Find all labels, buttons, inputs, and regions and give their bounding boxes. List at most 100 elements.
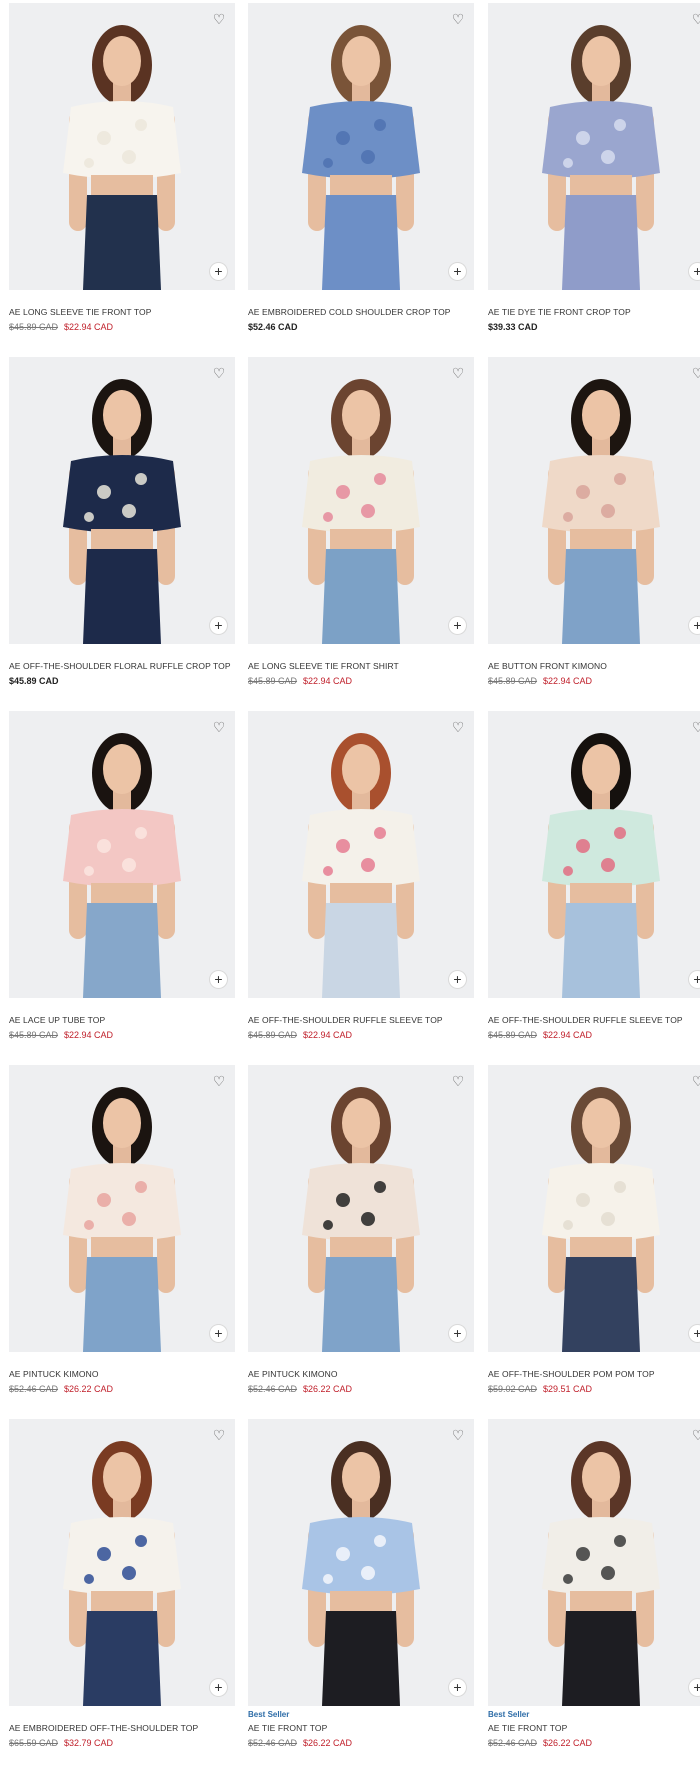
- plus-icon[interactable]: +: [449, 1679, 466, 1696]
- product-image[interactable]: ♡ +: [9, 1065, 235, 1352]
- heart-icon[interactable]: ♡: [690, 11, 700, 27]
- product-price: $45.89 CAD $22.94 CAD: [248, 676, 474, 686]
- original-price: $45.89 CAD: [9, 322, 59, 332]
- plus-icon[interactable]: +: [210, 1679, 227, 1696]
- product-card[interactable]: ♡ + AE PINTUCK KIMONO $52.46 CAD $26.22 C…: [248, 1065, 474, 1394]
- product-image[interactable]: ♡ +: [248, 1065, 474, 1352]
- product-price: $45.89 CAD $22.94 CAD: [488, 676, 700, 686]
- best-seller-badge: [248, 1356, 474, 1368]
- plus-icon[interactable]: +: [449, 1325, 466, 1342]
- product-name[interactable]: AE OFF-THE-SHOULDER RUFFLE SLEEVE TOP: [248, 1015, 474, 1025]
- plus-icon[interactable]: +: [210, 1325, 227, 1342]
- product-name[interactable]: AE BUTTON FRONT KIMONO: [488, 661, 700, 671]
- product-image[interactable]: ♡ +: [9, 3, 235, 290]
- plus-icon[interactable]: +: [689, 1679, 700, 1696]
- heart-icon[interactable]: ♡: [450, 365, 466, 381]
- product-price: $65.59 CAD $32.79 CAD: [9, 1738, 235, 1748]
- product-image[interactable]: ♡ +: [488, 711, 700, 998]
- product-name[interactable]: AE OFF-THE-SHOULDER POM POM TOP: [488, 1369, 700, 1379]
- sale-price: $22.94 CAD: [64, 322, 114, 332]
- product-card[interactable]: ♡ + AE TIE DYE TIE FRONT CROP TOP $39.33…: [488, 3, 700, 332]
- product-card[interactable]: ♡ + Best Seller AE TIE FRONT TOP $52.46 …: [488, 1419, 700, 1748]
- original-price: $52.46 CAD: [488, 1738, 538, 1748]
- heart-icon[interactable]: ♡: [690, 1073, 700, 1089]
- heart-icon[interactable]: ♡: [690, 719, 700, 735]
- product-card[interactable]: ♡ + AE LONG SLEEVE TIE FRONT SHIRT $45.8…: [248, 357, 474, 686]
- plus-icon[interactable]: +: [210, 263, 227, 280]
- heart-icon[interactable]: ♡: [690, 1427, 700, 1443]
- original-price: $45.89 CAD: [488, 676, 538, 686]
- product-name[interactable]: AE OFF-THE-SHOULDER FLORAL RUFFLE CROP T…: [9, 661, 235, 671]
- heart-icon[interactable]: ♡: [211, 11, 227, 27]
- heart-icon[interactable]: ♡: [450, 719, 466, 735]
- product-name[interactable]: AE TIE FRONT TOP: [488, 1723, 700, 1733]
- sale-price: $26.22 CAD: [64, 1384, 114, 1394]
- product-price: $52.46 CAD: [248, 322, 474, 332]
- original-price: $65.59 CAD: [9, 1738, 59, 1748]
- product-name[interactable]: AE LONG SLEEVE TIE FRONT TOP: [9, 307, 235, 317]
- product-image[interactable]: ♡ +: [488, 1419, 700, 1706]
- plus-icon[interactable]: +: [210, 617, 227, 634]
- original-price: $45.89 CAD: [248, 1030, 298, 1040]
- heart-icon[interactable]: ♡: [211, 719, 227, 735]
- product-card[interactable]: ♡ + AE EMBROIDERED OFF-THE-SHOULDER TOP …: [9, 1419, 235, 1748]
- sale-price: $26.22 CAD: [303, 1738, 353, 1748]
- product-name[interactable]: AE TIE DYE TIE FRONT CROP TOP: [488, 307, 700, 317]
- best-seller-badge: [488, 648, 700, 660]
- product-name[interactable]: AE OFF-THE-SHOULDER RUFFLE SLEEVE TOP: [488, 1015, 700, 1025]
- heart-icon[interactable]: ♡: [690, 365, 700, 381]
- product-card[interactable]: ♡ + AE LACE UP TUBE TOP $45.89 CAD $22.94…: [9, 711, 235, 1040]
- plus-icon[interactable]: +: [689, 263, 700, 280]
- product-price: $52.46 CAD $26.22 CAD: [488, 1738, 700, 1748]
- product-image[interactable]: ♡ +: [488, 3, 700, 290]
- best-seller-badge: [9, 1710, 235, 1722]
- plus-icon[interactable]: +: [689, 1325, 700, 1342]
- product-image[interactable]: ♡ +: [488, 357, 700, 644]
- product-card[interactable]: ♡ + AE EMBROIDERED COLD SHOULDER CROP TO…: [248, 3, 474, 332]
- original-price: $52.46 CAD: [248, 1384, 298, 1394]
- product-image[interactable]: ♡ +: [9, 1419, 235, 1706]
- plus-icon[interactable]: +: [210, 971, 227, 988]
- heart-icon[interactable]: ♡: [211, 1427, 227, 1443]
- plus-icon[interactable]: +: [449, 971, 466, 988]
- product-name[interactable]: AE LACE UP TUBE TOP: [9, 1015, 235, 1025]
- plus-icon[interactable]: +: [449, 263, 466, 280]
- product-card[interactable]: ♡ + AE BUTTON FRONT KIMONO $45.89 CAD $22…: [488, 357, 700, 686]
- product-image[interactable]: ♡ +: [9, 711, 235, 998]
- product-card[interactable]: ♡ + AE OFF-THE-SHOULDER FLORAL RUFFLE CR…: [9, 357, 235, 686]
- product-name[interactable]: AE LONG SLEEVE TIE FRONT SHIRT: [248, 661, 474, 671]
- product-name[interactable]: AE TIE FRONT TOP: [248, 1723, 474, 1733]
- best-seller-badge: [488, 1002, 700, 1014]
- original-price: $52.46 CAD: [9, 1384, 59, 1394]
- plus-icon[interactable]: +: [449, 617, 466, 634]
- product-name[interactable]: AE EMBROIDERED COLD SHOULDER CROP TOP: [248, 307, 474, 317]
- plus-icon[interactable]: +: [689, 617, 700, 634]
- product-card[interactable]: ♡ + AE OFF-THE-SHOULDER RUFFLE SLEEVE TO…: [488, 711, 700, 1040]
- plus-icon[interactable]: +: [689, 971, 700, 988]
- best-seller-badge: [248, 1002, 474, 1014]
- product-price: $45.89 CAD $22.94 CAD: [9, 322, 235, 332]
- product-card[interactable]: ♡ + AE OFF-THE-SHOULDER RUFFLE SLEEVE TO…: [248, 711, 474, 1040]
- product-card[interactable]: ♡ + AE LONG SLEEVE TIE FRONT TOP $45.89 …: [9, 3, 235, 332]
- heart-icon[interactable]: ♡: [211, 1073, 227, 1089]
- product-image[interactable]: ♡ +: [9, 357, 235, 644]
- price: $52.46 CAD: [248, 322, 298, 332]
- heart-icon[interactable]: ♡: [450, 11, 466, 27]
- product-image[interactable]: ♡ +: [248, 357, 474, 644]
- heart-icon[interactable]: ♡: [450, 1427, 466, 1443]
- product-name[interactable]: AE PINTUCK KIMONO: [248, 1369, 474, 1379]
- product-card[interactable]: ♡ + AE OFF-THE-SHOULDER POM POM TOP $59.…: [488, 1065, 700, 1394]
- product-card[interactable]: ♡ + Best Seller AE TIE FRONT TOP $52.46 …: [248, 1419, 474, 1748]
- best-seller-badge: [9, 1356, 235, 1368]
- product-name[interactable]: AE PINTUCK KIMONO: [9, 1369, 235, 1379]
- product-image[interactable]: ♡ +: [248, 3, 474, 290]
- product-image[interactable]: ♡ +: [248, 711, 474, 998]
- product-image[interactable]: ♡ +: [248, 1419, 474, 1706]
- sale-price: $22.94 CAD: [64, 1030, 114, 1040]
- original-price: $45.89 CAD: [9, 1030, 59, 1040]
- heart-icon[interactable]: ♡: [211, 365, 227, 381]
- product-image[interactable]: ♡ +: [488, 1065, 700, 1352]
- heart-icon[interactable]: ♡: [450, 1073, 466, 1089]
- product-card[interactable]: ♡ + AE PINTUCK KIMONO $52.46 CAD $26.22 C…: [9, 1065, 235, 1394]
- product-name[interactable]: AE EMBROIDERED OFF-THE-SHOULDER TOP: [9, 1723, 235, 1733]
